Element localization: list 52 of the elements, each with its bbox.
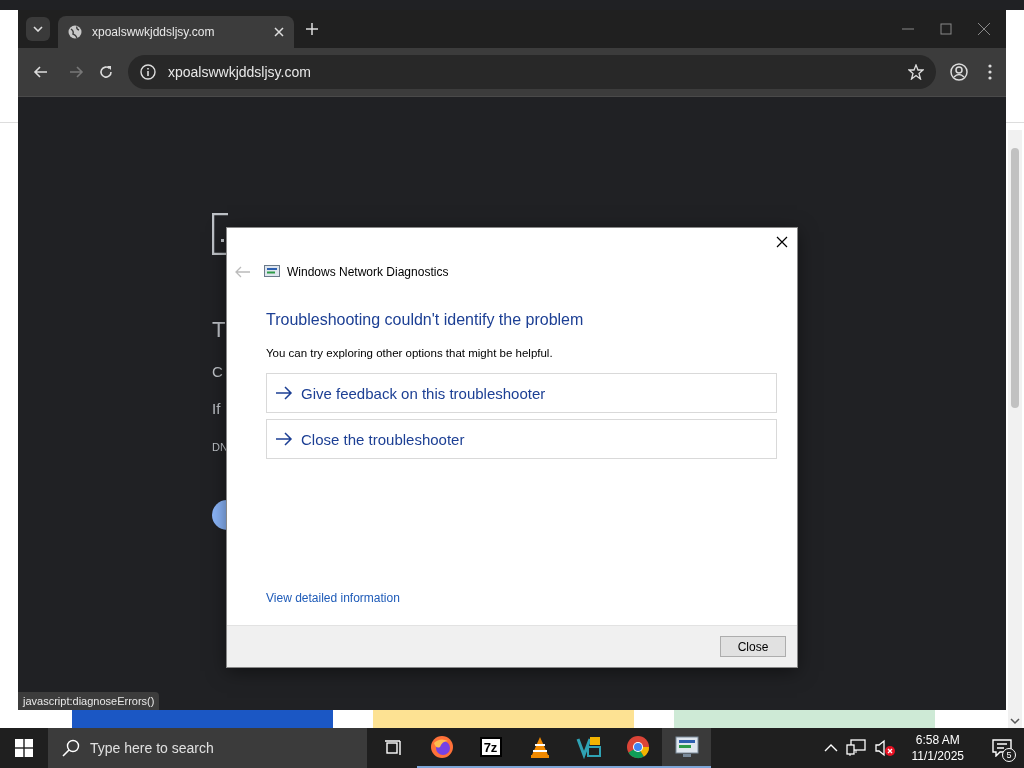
scrollbar[interactable] bbox=[1008, 130, 1022, 728]
monitor-icon bbox=[264, 265, 280, 279]
scroll-thumb[interactable] bbox=[1011, 148, 1019, 408]
star-icon[interactable] bbox=[908, 64, 924, 80]
status-url: javascript:diagnoseErrors() bbox=[18, 692, 160, 710]
fox-globe-icon bbox=[429, 735, 454, 759]
details-link[interactable]: View detailed information bbox=[266, 591, 400, 605]
error-page-icon bbox=[212, 213, 228, 255]
arrow-icon bbox=[275, 432, 293, 446]
shapes-icon bbox=[575, 735, 602, 759]
clock-date[interactable]: 11/1/2025 bbox=[911, 748, 964, 764]
windows-icon bbox=[15, 739, 33, 757]
tab-title: xpoalswwkjddsljsy.com bbox=[92, 25, 216, 39]
dialog-heading: Troubleshooting couldn't identify the problem bbox=[266, 311, 585, 329]
forward-icon[interactable] bbox=[68, 64, 84, 80]
close-button[interactable]: Close bbox=[720, 636, 786, 657]
dialog-message: You can try exploring other options that might be helpful. bbox=[266, 347, 554, 359]
caret-icon[interactable] bbox=[823, 743, 838, 753]
maximize-icon[interactable] bbox=[940, 23, 952, 35]
reload-icon[interactable] bbox=[98, 64, 114, 80]
url-text: xpoalswwkjddsljsy.com bbox=[168, 64, 311, 80]
dialog-title: Windows Network Diagnostics bbox=[287, 265, 449, 279]
tab-search-button[interactable] bbox=[26, 17, 50, 41]
wheel-icon bbox=[625, 735, 650, 759]
taskbar-app[interactable]: 7z bbox=[466, 728, 515, 768]
globe-icon bbox=[68, 25, 82, 39]
page-text: C bbox=[212, 363, 224, 380]
option-button[interactable]: Close the troubleshooter bbox=[266, 419, 777, 459]
profile-icon[interactable] bbox=[950, 63, 968, 81]
search-icon bbox=[62, 739, 80, 757]
page-text: T bbox=[212, 317, 227, 343]
page-text: If bbox=[212, 400, 222, 417]
scroll-down-icon[interactable] bbox=[1010, 716, 1020, 726]
notification-count: 5 bbox=[1002, 748, 1016, 762]
search-field[interactable]: Type here to search bbox=[48, 728, 367, 768]
new-tab-icon[interactable] bbox=[306, 23, 318, 35]
clock-time[interactable]: 6:58 AM bbox=[915, 732, 960, 748]
message-icon bbox=[992, 739, 1012, 757]
browser-tab[interactable]: xpoalswwkjddsljsy.com bbox=[58, 16, 294, 48]
archiver-icon: 7z bbox=[479, 737, 502, 757]
taskbar-app[interactable] bbox=[662, 728, 711, 768]
notifications-button[interactable]: 5 bbox=[980, 728, 1024, 768]
info-icon[interactable] bbox=[140, 64, 156, 80]
muted-speaker-icon[interactable] bbox=[873, 739, 896, 757]
chevron-icon bbox=[33, 26, 43, 32]
network-icon[interactable] bbox=[845, 739, 866, 757]
monitor-icon bbox=[674, 736, 699, 758]
task-view-icon bbox=[384, 740, 402, 756]
arrow-icon bbox=[275, 386, 293, 400]
option-button[interactable]: Give feedback on this troubleshooter bbox=[266, 373, 777, 413]
address-bar[interactable]: xpoalswwkjddsljsy.com bbox=[128, 55, 936, 89]
close-icon[interactable] bbox=[775, 235, 789, 249]
